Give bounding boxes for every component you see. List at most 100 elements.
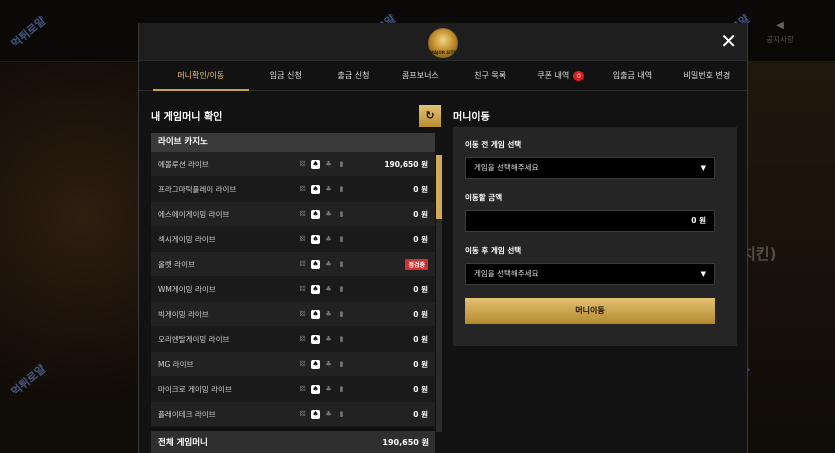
game-type-icons: ⚄ ♠ ♣ ▮: [298, 284, 358, 294]
category-header: 라이브 카지노: [151, 133, 435, 152]
site-logo: MAJOR SITE: [428, 28, 458, 58]
card-icon: ▮: [339, 385, 344, 393]
coupon-count-badge: 0: [573, 70, 585, 81]
spade-icon: ♠: [311, 284, 320, 294]
game-money-row: 섹시게이밍 라이브 ⚄ ♠ ♣ ▮ 0 원: [151, 227, 435, 252]
spade-icon: ♠: [311, 209, 320, 219]
game-name: 에볼루션 라이브: [158, 159, 209, 169]
card-icon: ▮: [339, 210, 344, 218]
modal-header: MAJOR SITE ✕: [139, 23, 747, 61]
slot-icon: ♣: [325, 385, 332, 393]
game-money-row: 에스에이게이밍 라이브 ⚄ ♠ ♣ ▮ 0 원: [151, 202, 435, 227]
game-amount: 0 원: [413, 234, 428, 244]
dice-icon: ⚄: [299, 360, 306, 368]
game-name: MG 라이브: [158, 359, 194, 369]
game-money-row: MG 라이브 ⚄ ♠ ♣ ▮ 0 원: [151, 352, 435, 377]
game-type-icons: ⚄ ♠ ♣ ▮: [298, 334, 358, 344]
tab-money-check[interactable]: 머니확인/이동: [153, 61, 249, 91]
game-amount: 0 원: [413, 409, 428, 419]
game-amount: 190,650 원: [384, 159, 428, 169]
refresh-button[interactable]: ↻: [419, 105, 441, 127]
game-money-title: 내 게임머니 확인: [151, 112, 223, 123]
game-amount: 0 원: [413, 309, 428, 319]
game-money-row: 프라그마틱플레이 라이브 ⚄ ♠ ♣ ▮ 0 원: [151, 177, 435, 202]
dice-icon: ⚄: [299, 385, 306, 393]
game-money-row: 올벳 라이브 ⚄ ♠ ♣ ▮ 점검중: [151, 252, 435, 277]
tab-deposit[interactable]: 입금 신청: [249, 61, 323, 91]
slot-icon: ♣: [325, 360, 332, 368]
card-icon: ▮: [339, 410, 344, 418]
game-money-row: 오리엔탈게이밍 라이브 ⚄ ♠ ♣ ▮ 0 원: [151, 327, 435, 352]
card-icon: ▮: [339, 360, 344, 368]
game-money-table: 라이브 카지노 에볼루션 라이브 ⚄ ♠ ♣ ▮ 190,650 원프라그마틱플레이 라이…: [151, 133, 435, 427]
game-type-icons: ⚄ ♠ ♣ ▮: [298, 209, 358, 219]
spade-icon: ♠: [311, 409, 320, 419]
from-game-select[interactable]: 게임을 선택해주세요 ▼: [465, 157, 715, 179]
spade-icon: ♠: [311, 159, 320, 169]
slot-icon: ♣: [325, 335, 332, 343]
game-name: 프라그마틱플레이 라이브: [158, 184, 237, 194]
game-money-row: 에볼루션 라이브 ⚄ ♠ ♣ ▮ 190,650 원: [151, 152, 435, 177]
transfer-title: 머니이동: [453, 112, 490, 123]
game-money-row: 빅게이밍 라이브 ⚄ ♠ ♣ ▮ 0 원: [151, 302, 435, 327]
dice-icon: ⚄: [299, 260, 306, 268]
tab-withdraw[interactable]: 출금 신청: [323, 61, 384, 91]
amount-label: 이동할 금액: [465, 193, 503, 202]
game-name: 올벳 라이브: [158, 259, 195, 269]
game-money-rows: 에볼루션 라이브 ⚄ ♠ ♣ ▮ 190,650 원프라그마틱플레이 라이브 ⚄ ♠ ♣ ▮ 0 원…: [151, 152, 435, 427]
tab-friends[interactable]: 친구 목록: [457, 61, 524, 91]
card-icon: ▮: [339, 160, 344, 168]
game-amount: 0 원: [413, 359, 428, 369]
scrollbar[interactable]: [436, 155, 442, 432]
game-money-row: 플레이테크 라이브 ⚄ ♠ ♣ ▮ 0 원: [151, 402, 435, 427]
spade-icon: ♠: [311, 184, 320, 194]
game-type-icons: ⚄ ♠ ♣ ▮: [298, 384, 358, 394]
dice-icon: ⚄: [299, 335, 306, 343]
spade-icon: ♠: [311, 309, 320, 319]
close-button[interactable]: ✕: [720, 30, 737, 52]
slot-icon: ♣: [325, 310, 332, 318]
spade-icon: ♠: [311, 259, 320, 269]
card-icon: ▮: [339, 185, 344, 193]
game-type-icons: ⚄ ♠ ♣ ▮: [298, 359, 358, 369]
caret-down-icon: ▼: [700, 270, 706, 278]
dice-icon: ⚄: [299, 185, 306, 193]
game-type-icons: ⚄ ♠ ♣ ▮: [298, 309, 358, 319]
transfer-submit-button[interactable]: 머니이동: [465, 298, 715, 324]
slot-icon: ♣: [325, 235, 332, 243]
amount-input[interactable]: 0 원: [465, 210, 715, 232]
scrollbar-thumb[interactable]: [436, 155, 442, 219]
card-icon: ▮: [339, 260, 344, 268]
spade-icon: ♠: [311, 359, 320, 369]
total-label: 전체 게임머니: [158, 438, 208, 448]
from-game-label: 이동 전 게임 선택: [465, 140, 522, 149]
card-icon: ▮: [339, 285, 344, 293]
close-icon: ✕: [720, 29, 737, 53]
game-type-icons: ⚄ ♠ ♣ ▮: [298, 184, 358, 194]
card-icon: ▮: [339, 235, 344, 243]
game-name: 마이크로 게이밍 라이브: [158, 384, 232, 394]
spade-icon: ♠: [311, 234, 320, 244]
to-game-label: 이동 후 게임 선택: [465, 246, 522, 255]
game-type-icons: ⚄ ♠ ♣ ▮: [298, 159, 358, 169]
tab-comp-bonus[interactable]: 콤프보너스: [384, 61, 457, 91]
game-money-row: WM게이밍 라이브 ⚄ ♠ ♣ ▮ 0 원: [151, 277, 435, 302]
dice-icon: ⚄: [299, 410, 306, 418]
tab-history[interactable]: 입출금 내역: [598, 61, 667, 91]
tab-coupon[interactable]: 쿠폰 내역 0: [524, 61, 598, 91]
to-game-select[interactable]: 게임을 선택해주세요 ▼: [465, 263, 715, 285]
game-amount: 0 원: [413, 384, 428, 394]
dice-icon: ⚄: [299, 285, 306, 293]
slot-icon: ♣: [325, 260, 332, 268]
game-amount: 0 원: [413, 334, 428, 344]
refresh-icon: ↻: [425, 109, 435, 122]
game-money-row: 마이크로 게이밍 라이브 ⚄ ♠ ♣ ▮ 0 원: [151, 377, 435, 402]
tab-bar: 머니확인/이동 입금 신청 출금 신청 콤프보너스 친구 목록 쿠폰 내역 0 입…: [139, 61, 747, 91]
game-type-icons: ⚄ ♠ ♣ ▮: [298, 234, 358, 244]
slot-icon: ♣: [325, 285, 332, 293]
slot-icon: ♣: [325, 160, 332, 168]
dice-icon: ⚄: [299, 160, 306, 168]
maintenance-badge: 점검중: [405, 258, 428, 270]
card-icon: ▮: [339, 310, 344, 318]
tab-password[interactable]: 비밀번호 변경: [667, 61, 747, 91]
